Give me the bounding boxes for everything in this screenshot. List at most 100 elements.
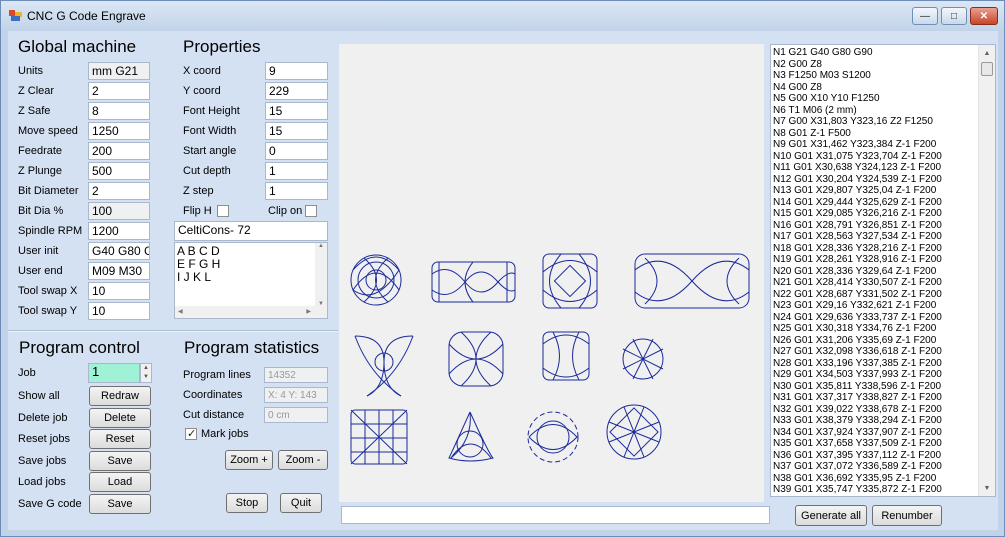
gcode-line: N11 G01 X30,638 Y324,123 Z-1 F200 (773, 162, 942, 173)
title-bar[interactable]: CNC G Code Engrave — □ ✕ (1, 1, 1004, 31)
scroll-down-icon[interactable]: ▼ (979, 480, 995, 496)
field-input[interactable]: 500 (88, 162, 150, 180)
scroll-left-icon[interactable]: ◀ (178, 306, 183, 318)
gcode-scrollbar[interactable]: ▲ ▼ (978, 45, 995, 496)
knot-f (448, 331, 504, 387)
stop-button[interactable]: Stop (226, 493, 268, 513)
scroll-up-icon[interactable]: ▲ (315, 243, 327, 249)
flip-h-checkbox[interactable] (217, 205, 229, 217)
field-input[interactable]: 100 (88, 202, 150, 220)
action-button[interactable]: Redraw (89, 386, 151, 406)
stat-value: 0 cm (264, 407, 328, 423)
field-input[interactable]: 10 (88, 302, 150, 320)
engrave-text-area[interactable]: A B C DE F G HI J K L ▲ ▼ ◀ ▶ (174, 242, 328, 319)
gcode-line: N30 G01 X35,811 Y338,596 Z-1 F200 (773, 380, 942, 392)
preview-canvas[interactable] (339, 44, 764, 502)
row-label: Show all (18, 390, 60, 402)
field-input[interactable]: 2 (88, 182, 150, 200)
field-input[interactable]: 15 (265, 102, 328, 120)
row-label: Reset jobs (18, 433, 70, 445)
action-button[interactable]: Delete (89, 407, 151, 428)
gcode-line: N25 G01 X30,318 Y334,76 Z-1 F200 (773, 323, 937, 334)
gcode-line: N36 G01 X37,395 Y337,112 Z-1 F200 (773, 449, 942, 461)
font-select[interactable]: CeltiCons- 72 (174, 221, 328, 241)
renumber-button[interactable]: Renumber (872, 505, 942, 526)
maximize-button[interactable]: □ (941, 7, 967, 25)
gcode-line: N16 G01 X28,791 Y326,851 Z-1 F200 (773, 219, 942, 231)
gcode-line: N19 G01 X28,261 Y328,916 Z-1 F200 (773, 254, 942, 265)
knot-k (527, 411, 579, 463)
clip-on-label: Clip on (268, 205, 303, 217)
close-button[interactable]: ✕ (970, 7, 998, 25)
field-input[interactable]: G40 G80 G (88, 242, 150, 260)
text-line: I J K L (177, 270, 212, 284)
field-input[interactable]: 9 (265, 62, 328, 80)
field-input[interactable]: 2 (88, 82, 150, 100)
job-spinner-input[interactable]: 1 (88, 363, 140, 383)
scroll-thumb[interactable] (981, 62, 993, 76)
celtic-knots-preview (350, 253, 750, 465)
knot-c (542, 253, 598, 309)
gcode-line: N23 G01 X29,16 Y332,621 Z-1 F200 (773, 300, 937, 311)
gcode-line: N20 G01 X28,336 Y329,64 Z-1 F200 (773, 265, 937, 277)
mark-jobs-checkbox[interactable]: ✓ (185, 428, 197, 440)
field-input[interactable]: 1250 (88, 122, 150, 140)
gcode-line: N38 G01 X36,692 Y335,95 Z-1 F200 (773, 472, 937, 484)
generate-all-button[interactable]: Generate all (795, 505, 867, 526)
check-icon: ✓ (187, 428, 197, 440)
status-input[interactable] (341, 506, 770, 524)
field-input[interactable]: 229 (265, 82, 328, 100)
field-label: User init (18, 245, 59, 257)
scroll-up-icon[interactable]: ▲ (979, 45, 995, 61)
field-input[interactable]: 0 (265, 142, 328, 160)
text-scrollbar-horizontal[interactable]: ◀ ▶ (175, 306, 327, 318)
gcode-line: N10 G01 X31,075 Y323,704 Z-1 F200 (773, 150, 942, 162)
text-scrollbar-vertical[interactable]: ▲ ▼ (315, 243, 327, 307)
spin-down-icon[interactable]: ▼ (141, 373, 151, 382)
gcode-line: N24 G01 X29,636 Y333,737 Z-1 F200 (773, 311, 942, 323)
field-input[interactable]: 1 (265, 182, 328, 200)
gcode-listing[interactable]: N1 G21 G40 G80 G90 N2 G00 Z8 N3 F1250 M03 … (770, 44, 996, 497)
flip-h-label: Flip H (183, 205, 212, 217)
action-button[interactable]: Load (89, 472, 151, 492)
field-label: Start angle (183, 145, 237, 157)
gcode-line: N7 G00 X31,803 Y323,16 Z2 F1250 (773, 116, 933, 127)
action-button[interactable]: Reset (89, 429, 151, 449)
field-label: Tool swap Y (18, 305, 78, 317)
minimize-button[interactable]: — (912, 7, 938, 25)
field-input[interactable]: 15 (265, 122, 328, 140)
spin-up-icon[interactable]: ▲ (141, 364, 151, 373)
job-spinner[interactable]: ▲ ▼ (140, 363, 152, 383)
gcode-line: N21 G01 X28,414 Y330,507 Z-1 F200 (773, 277, 942, 288)
action-button[interactable]: Save (89, 450, 151, 471)
zoom-in-button[interactable]: Zoom + (225, 450, 273, 470)
field-input[interactable]: M09 M30 (88, 262, 150, 280)
gcode-line: N39 G01 X35,747 Y335,872 Z-1 F200 (773, 484, 942, 495)
properties-heading: Properties (183, 37, 261, 56)
action-button[interactable]: Save (89, 493, 151, 514)
scroll-right-icon[interactable]: ▶ (306, 306, 311, 318)
field-input[interactable]: 200 (88, 142, 150, 160)
field-label: Z step (183, 185, 214, 197)
knot-i (350, 409, 408, 465)
field-label: Move speed (18, 125, 78, 137)
stat-label: Cut distance (183, 409, 245, 421)
clip-on-checkbox[interactable] (305, 205, 317, 217)
field-input[interactable]: 1 (265, 162, 328, 180)
field-input[interactable]: mm G21 (88, 62, 150, 80)
gcode-line: N9 G01 X31,462 Y323,384 Z-1 F200 (773, 139, 937, 150)
stat-label: Coordinates (183, 389, 243, 401)
gcode-line: N8 G01 Z-1 F500 (773, 127, 851, 139)
quit-button[interactable]: Quit (280, 493, 322, 513)
field-label: Z Safe (18, 105, 51, 117)
field-label: Feedrate (18, 145, 63, 157)
field-input[interactable]: 10 (88, 282, 150, 300)
zoom-out-button[interactable]: Zoom - (278, 450, 328, 470)
field-input[interactable]: 8 (88, 102, 150, 120)
gcode-line: N1 G21 G40 G80 G90 (773, 47, 873, 58)
field-input[interactable]: 1200 (88, 222, 150, 240)
field-label: Bit Diameter (18, 185, 79, 197)
knot-d (634, 253, 750, 309)
gcode-line: N2 G00 Z8 (773, 58, 822, 70)
gcode-line: N15 G01 X29,085 Y326,216 Z-1 F200 (773, 208, 942, 219)
